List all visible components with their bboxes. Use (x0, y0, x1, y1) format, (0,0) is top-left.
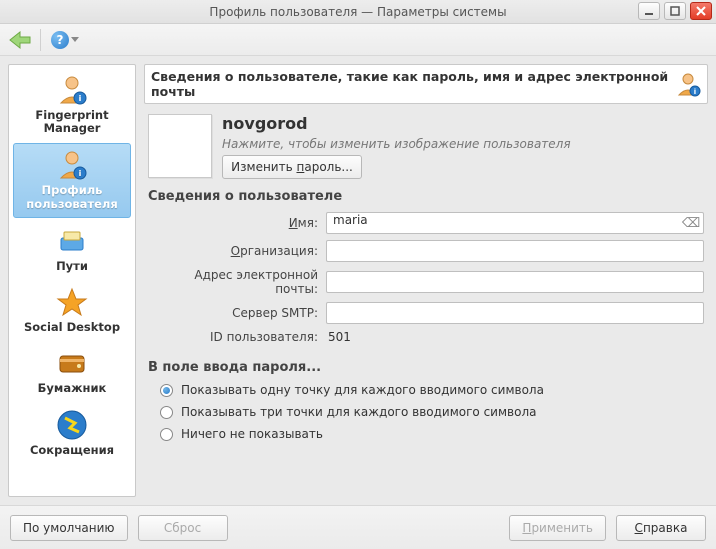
radio-icon (160, 406, 173, 419)
name-value: maria (333, 213, 368, 227)
sidebar-item-shortcuts[interactable]: Сокращения (13, 404, 131, 463)
sidebar-item-label: Social Desktop (24, 321, 120, 334)
banner-text: Сведения о пользователе, такие как парол… (151, 69, 675, 99)
name-field[interactable]: maria ⌫ (326, 212, 704, 234)
password-option-three-dots[interactable]: Показывать три точки для каждого вводимо… (160, 405, 704, 419)
clear-name-button[interactable]: ⌫ (683, 215, 699, 231)
chevron-down-icon (71, 37, 79, 42)
wallet-icon (55, 346, 89, 380)
sidebar: i Fingerprint Manager i Профиль пользова… (8, 64, 136, 497)
shortcuts-icon (55, 408, 89, 442)
main-area: i Fingerprint Manager i Профиль пользова… (0, 56, 716, 505)
radio-label: Показывать одну точку для каждого вводим… (181, 383, 544, 397)
sidebar-item-user-profile[interactable]: i Профиль пользователя (13, 143, 131, 217)
avatar[interactable] (148, 114, 212, 178)
titlebar: Профиль пользователя — Параметры системы (0, 0, 716, 24)
user-finger-icon: i (55, 73, 89, 107)
smtp-field[interactable] (326, 302, 704, 324)
user-details-form: Имя: maria ⌫ Организация: Адрес электрон… (144, 210, 708, 350)
toolbar: ? (0, 24, 716, 56)
sidebar-item-wallet[interactable]: Бумажник (13, 342, 131, 401)
userid-label: ID пользователя: (148, 330, 318, 344)
password-option-none[interactable]: Ничего не показывать (160, 427, 704, 441)
profile-info: novgorod Нажмите, чтобы изменить изображ… (222, 114, 704, 179)
sidebar-item-label: Бумажник (38, 382, 107, 395)
defaults-label: По умолчанию (23, 521, 115, 535)
password-options-group: Показывать одну точку для каждого вводим… (144, 381, 708, 441)
help-label: Справка (635, 521, 688, 535)
content-pane: Сведения о пользователе, такие как парол… (144, 64, 708, 497)
profile-header: novgorod Нажмите, чтобы изменить изображ… (144, 110, 708, 179)
svg-text:i: i (79, 169, 82, 178)
window-title: Профиль пользователя — Параметры системы (209, 5, 506, 19)
userid-value: 501 (326, 330, 351, 344)
reset-label: Сброс (164, 521, 201, 535)
radio-icon (160, 384, 173, 397)
email-field[interactable] (326, 271, 704, 293)
smtp-label: Сервер SMTP: (148, 306, 318, 320)
change-password-button[interactable]: Изменить пароль... (222, 155, 362, 179)
apply-button[interactable]: Применить (509, 515, 606, 541)
svg-text:i: i (694, 88, 696, 96)
sidebar-item-label: Пути (56, 260, 88, 273)
avatar-hint: Нажмите, чтобы изменить изображение поль… (222, 137, 704, 151)
help-button[interactable]: Справка (616, 515, 706, 541)
paths-icon (55, 224, 89, 258)
email-label: Адрес электронной почты: (148, 268, 318, 296)
user-details-title: Сведения о пользователе (144, 185, 708, 204)
sidebar-item-label: Fingerprint Manager (15, 109, 129, 135)
back-button[interactable] (6, 29, 34, 51)
window-controls (638, 2, 712, 20)
maximize-button[interactable] (664, 2, 686, 20)
sidebar-item-label: Сокращения (30, 444, 114, 457)
radio-icon (160, 428, 173, 441)
radio-label: Ничего не показывать (181, 427, 323, 441)
user-profile-icon: i (55, 148, 89, 182)
radio-label: Показывать три точки для каждого вводимо… (181, 405, 536, 419)
minimize-button[interactable] (638, 2, 660, 20)
sidebar-item-paths[interactable]: Пути (13, 220, 131, 279)
help-dropdown[interactable]: ? (47, 29, 83, 51)
username: novgorod (222, 114, 704, 133)
info-banner: Сведения о пользователе, такие как парол… (144, 64, 708, 104)
sidebar-item-social-desktop[interactable]: Social Desktop (13, 281, 131, 340)
star-icon (55, 285, 89, 319)
org-label: Организация: (148, 244, 318, 258)
sidebar-item-fingerprint[interactable]: i Fingerprint Manager (13, 69, 131, 141)
defaults-button[interactable]: По умолчанию (10, 515, 128, 541)
name-label: Имя: (148, 216, 318, 230)
org-field[interactable] (326, 240, 704, 262)
svg-text:i: i (79, 94, 82, 103)
close-button[interactable] (690, 2, 712, 20)
help-icon: ? (51, 31, 69, 49)
password-options-title: В поле ввода пароля... (144, 356, 708, 375)
sidebar-item-label: Профиль пользователя (16, 184, 128, 210)
apply-label: Применить (522, 521, 593, 535)
banner-user-icon: i (675, 71, 701, 97)
change-password-label: Изменить пароль... (231, 160, 353, 174)
bottom-bar: По умолчанию Сброс Применить Справка (0, 505, 716, 549)
password-option-one-dot[interactable]: Показывать одну точку для каждого вводим… (160, 383, 704, 397)
toolbar-separator (40, 29, 41, 51)
reset-button[interactable]: Сброс (138, 515, 228, 541)
